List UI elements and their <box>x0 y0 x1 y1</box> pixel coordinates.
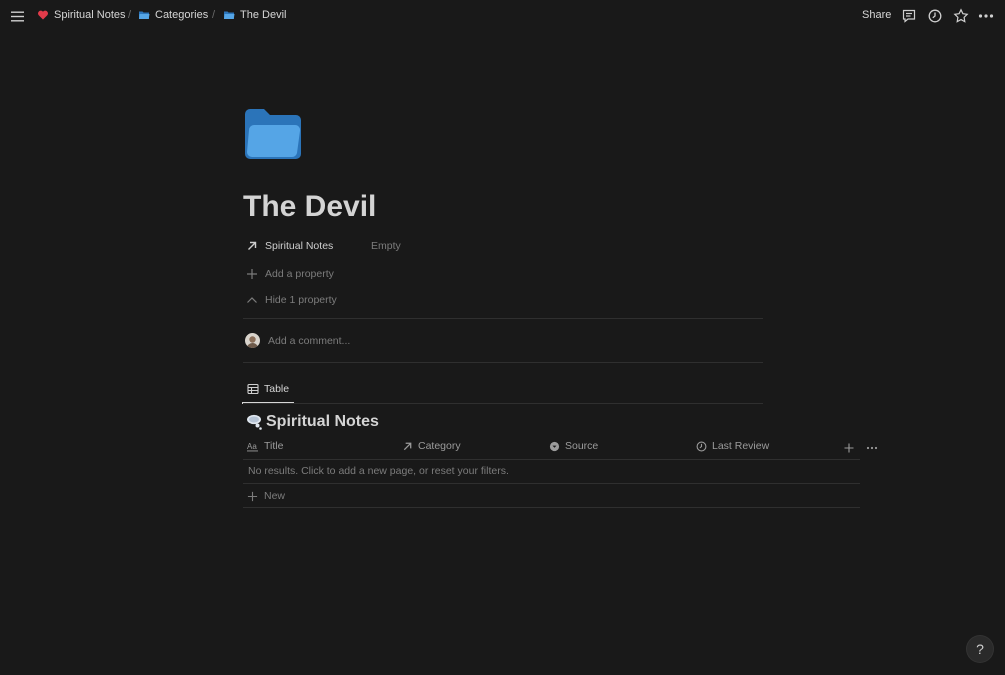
tab-label: Table <box>264 383 290 395</box>
favorite-button[interactable] <box>953 8 969 24</box>
add-property-label: Add a property <box>265 268 334 280</box>
new-row-label: New <box>264 490 286 502</box>
select-icon <box>549 441 560 451</box>
clock-icon <box>696 441 707 451</box>
hide-property-button[interactable]: Hide 1 property <box>246 294 337 306</box>
clock-icon <box>928 9 942 23</box>
help-button[interactable]: ? <box>967 636 993 662</box>
more-icon <box>866 446 878 450</box>
property-row-spiritual-notes[interactable]: Spiritual Notes <box>246 240 333 252</box>
star-icon <box>953 8 969 23</box>
new-row-button[interactable]: New <box>247 490 285 502</box>
menu-icon <box>11 11 24 22</box>
breadcrumb-item-the-devil[interactable]: The Devil <box>223 9 286 21</box>
plus-icon <box>247 491 258 501</box>
hide-property-label: Hide 1 property <box>265 294 337 306</box>
heart-icon <box>37 9 49 21</box>
column-header-title[interactable]: Aa Title <box>247 440 283 452</box>
avatar <box>245 333 260 348</box>
column-label: Category <box>418 440 461 452</box>
divider <box>243 403 763 404</box>
property-label: Spiritual Notes <box>265 240 334 252</box>
comment-input[interactable]: Add a comment... <box>268 335 350 347</box>
updates-button[interactable] <box>927 8 943 24</box>
database-title[interactable]: Spiritual Notes <box>246 413 379 431</box>
breadcrumb-item-categories[interactable]: Categories <box>138 9 208 21</box>
divider <box>243 318 763 319</box>
column-header-source[interactable]: Source <box>549 440 598 452</box>
column-label: Source <box>565 440 599 452</box>
add-property-button[interactable]: Add a property <box>246 268 334 280</box>
plus-icon <box>844 443 854 453</box>
column-label: Title <box>264 440 284 452</box>
divider <box>243 362 763 363</box>
property-value[interactable]: Empty <box>371 240 401 252</box>
arrow-up-right-icon <box>403 442 412 450</box>
database-title-label: Spiritual Notes <box>266 413 379 430</box>
column-label: Last Review <box>712 440 770 452</box>
arrow-up-right-icon <box>248 241 257 250</box>
comments-button[interactable] <box>901 8 917 24</box>
column-header-last-review[interactable]: Last Review <box>696 440 769 452</box>
chevron-up-icon <box>247 297 257 303</box>
top-bar: Spiritual Notes / Categories / The Devil… <box>0 0 1005 32</box>
breadcrumb-label: The Devil <box>240 9 287 21</box>
text-icon: Aa <box>247 442 258 452</box>
comment-icon <box>902 9 916 23</box>
table-icon <box>247 383 259 395</box>
tab-table[interactable]: Table <box>247 383 289 395</box>
folder-icon <box>138 9 150 21</box>
folder-icon <box>223 9 235 21</box>
table-divider <box>243 507 860 508</box>
table-divider <box>243 459 860 460</box>
thought-balloon-icon <box>247 414 262 430</box>
share-button[interactable]: Share <box>862 9 891 21</box>
more-options-button[interactable] <box>978 8 994 24</box>
plus-icon <box>247 269 257 279</box>
breadcrumb-separator: / <box>212 9 216 21</box>
breadcrumb-label: Categories <box>155 9 209 21</box>
breadcrumb-label: Spiritual Notes <box>54 9 126 21</box>
table-options-button[interactable] <box>866 441 878 453</box>
svg-text:Aa: Aa <box>247 442 257 451</box>
folder-icon <box>245 109 301 159</box>
table-divider <box>243 483 860 484</box>
more-icon <box>978 14 994 18</box>
column-header-category[interactable]: Category <box>402 440 461 452</box>
empty-state-message[interactable]: No results. Click to add a new page, or … <box>248 465 509 477</box>
page-title[interactable]: The Devil <box>243 190 376 224</box>
add-column-button[interactable] <box>843 441 855 453</box>
breadcrumb-item-spiritual-notes[interactable]: Spiritual Notes <box>37 9 126 21</box>
breadcrumb-separator: / <box>128 9 132 21</box>
sidebar-toggle-button[interactable] <box>10 9 25 24</box>
page-icon[interactable] <box>243 108 303 160</box>
